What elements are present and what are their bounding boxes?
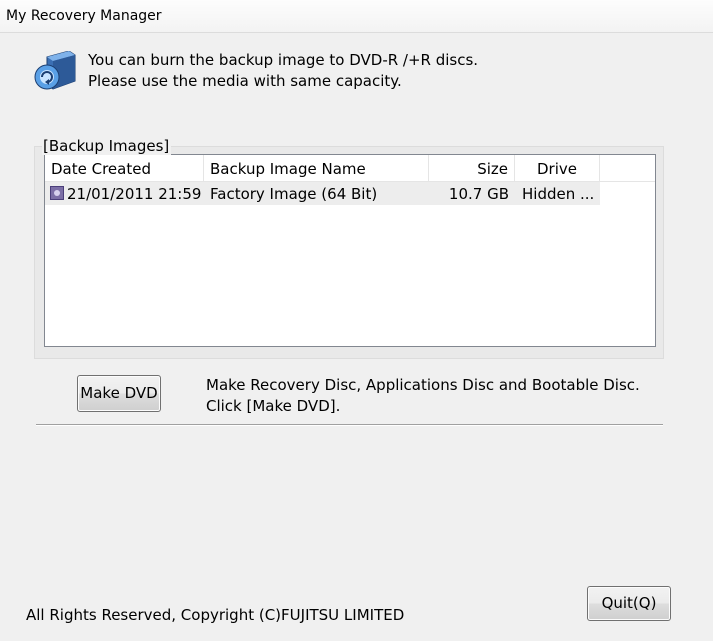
separator — [36, 424, 663, 426]
recovery-disc-icon — [33, 50, 77, 93]
backup-images-group-label: [Backup Images] — [42, 137, 172, 155]
backup-image-icon — [50, 186, 64, 200]
cell-backup-image-name: Factory Image (64 Bit) — [210, 185, 378, 203]
backup-images-list[interactable]: Date Created Backup Image Name Size Driv… — [44, 154, 656, 347]
dialog-client-area: You can burn the backup image to DVD-R /… — [7, 33, 705, 633]
column-drive[interactable]: Drive — [515, 155, 600, 181]
title-bar[interactable]: My Recovery Manager — [0, 0, 713, 33]
cell-date-created: 21/01/2011 21:59 — [67, 185, 202, 203]
copyright-text: All Rights Reserved, Copyright (C)FUJITS… — [26, 606, 405, 624]
cell-drive: Hidden ... — [522, 185, 595, 203]
list-header: Date Created Backup Image Name Size Driv… — [45, 155, 655, 182]
column-backup-image-name[interactable]: Backup Image Name — [204, 155, 429, 181]
header-line-1: You can burn the backup image to DVD-R /… — [88, 51, 479, 69]
make-dvd-line-1: Make Recovery Disc, Applications Disc an… — [206, 376, 640, 394]
column-date-created[interactable]: Date Created — [45, 155, 204, 181]
header-instructions: You can burn the backup image to DVD-R /… — [88, 50, 478, 92]
quit-button[interactable]: Quit(Q) — [587, 586, 671, 621]
make-dvd-instructions: Make Recovery Disc, Applications Disc an… — [206, 375, 640, 417]
cell-size: 10.7 GB — [448, 185, 509, 203]
window-title: My Recovery Manager — [6, 8, 162, 24]
table-row[interactable]: 21/01/2011 21:59 Factory Image (64 Bit) … — [45, 182, 600, 205]
header-line-2: Please use the media with same capacity. — [88, 72, 402, 90]
make-dvd-button[interactable]: Make DVD — [77, 375, 161, 412]
make-dvd-line-2: Click [Make DVD]. — [206, 397, 341, 415]
column-size[interactable]: Size — [429, 155, 515, 181]
